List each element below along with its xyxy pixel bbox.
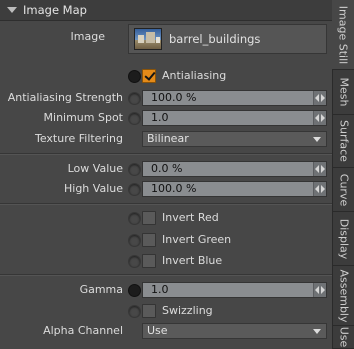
low-value-channel-dot[interactable] xyxy=(128,163,141,176)
spin-arrows-icon[interactable] xyxy=(313,111,326,125)
tab-label: Mesh xyxy=(337,77,350,107)
tab-curve[interactable]: Curve xyxy=(332,168,354,212)
panel-header[interactable]: Image Map xyxy=(0,0,332,21)
alpha-channel-label: Alpha Channel xyxy=(43,324,123,337)
tab-label: Surface xyxy=(337,120,350,162)
antialiasing-strength-value: 100.0 % xyxy=(151,91,197,104)
antialiasing-channel-dot[interactable] xyxy=(128,70,141,83)
tab-label: Display xyxy=(337,218,350,259)
low-value-field[interactable]: 0.0 % xyxy=(142,161,327,177)
minimum-spot-field[interactable]: 1.0 xyxy=(142,110,327,126)
antialiasing-row: Antialiasing xyxy=(0,66,332,86)
invert-blue-label: Invert Blue xyxy=(162,254,223,267)
minimum-spot-channel-dot[interactable] xyxy=(128,112,141,125)
texture-filtering-label: Texture Filtering xyxy=(34,132,123,145)
swizzling-channel-dot[interactable] xyxy=(128,305,141,318)
swizzling-label: Swizzling xyxy=(162,304,213,317)
low-value-row: Low Value 0.0 % xyxy=(0,159,332,179)
high-value-channel-dot[interactable] xyxy=(128,183,141,196)
panel-title: Image Map xyxy=(23,3,87,17)
image-thumbnail-icon xyxy=(134,28,162,50)
tab-label: Image Still xyxy=(336,5,350,64)
properties-panel: Image Map Image barrel_buildings Antiali… xyxy=(0,0,332,349)
divider xyxy=(0,203,332,205)
alpha-channel-dropdown[interactable]: Use xyxy=(142,323,327,339)
spin-arrows-icon[interactable] xyxy=(313,283,326,297)
high-value-label: High Value xyxy=(64,182,123,195)
tab-label: Use xyxy=(337,326,350,348)
antialiasing-strength-field[interactable]: 100.0 % xyxy=(142,90,327,106)
invert-green-checkbox[interactable] xyxy=(142,233,156,247)
gamma-row: Gamma 1.0 xyxy=(0,280,332,300)
low-value-label: Low Value xyxy=(67,162,123,175)
gamma-field[interactable]: 1.0 xyxy=(142,282,327,298)
tab-use[interactable]: Use xyxy=(332,326,354,349)
swizzling-row: Swizzling xyxy=(0,301,332,321)
invert-blue-channel-dot[interactable] xyxy=(128,255,141,268)
invert-green-channel-dot[interactable] xyxy=(128,234,141,247)
minimum-spot-row: Minimum Spot 1.0 xyxy=(0,108,332,128)
antialiasing-strength-label: Antialiasing Strength xyxy=(7,91,123,104)
spin-arrows-icon[interactable] xyxy=(313,162,326,176)
tab-surface[interactable]: Surface xyxy=(332,115,354,168)
alpha-channel-row: Alpha Channel Use xyxy=(0,321,332,341)
texture-filtering-value: Bilinear xyxy=(147,132,189,145)
divider xyxy=(0,274,332,276)
alpha-channel-value: Use xyxy=(147,324,168,337)
tab-assembly[interactable]: Assembly xyxy=(332,266,354,326)
tab-mesh[interactable]: Mesh xyxy=(332,70,354,115)
tab-label: Curve xyxy=(337,173,350,206)
chevron-down-icon xyxy=(313,137,321,142)
minimum-spot-value: 1.0 xyxy=(151,111,169,124)
invert-green-row: Invert Green xyxy=(0,230,332,250)
invert-red-label: Invert Red xyxy=(162,211,219,224)
high-value-row: High Value 100.0 % xyxy=(0,179,332,199)
spin-arrows-icon[interactable] xyxy=(313,91,326,105)
invert-green-label: Invert Green xyxy=(162,233,232,246)
invert-red-channel-dot[interactable] xyxy=(128,212,141,225)
gamma-label: Gamma xyxy=(79,283,123,296)
high-value-value: 100.0 % xyxy=(151,182,197,195)
chevron-down-icon xyxy=(313,329,321,334)
image-name: barrel_buildings xyxy=(169,32,261,46)
high-value-field[interactable]: 100.0 % xyxy=(142,181,327,197)
tab-label: Assembly xyxy=(337,268,350,323)
vertical-tab-bar: Image Still Mesh Surface Curve Display A… xyxy=(332,0,354,349)
texture-filtering-dropdown[interactable]: Bilinear xyxy=(142,131,327,147)
tab-display[interactable]: Display xyxy=(332,212,354,266)
gamma-channel-dot[interactable] xyxy=(128,284,141,297)
divider xyxy=(0,153,332,155)
minimum-spot-label: Minimum Spot xyxy=(43,111,123,124)
low-value-value: 0.0 % xyxy=(151,162,183,175)
tab-image-still[interactable]: Image Still xyxy=(332,0,354,70)
image-selector-button[interactable]: barrel_buildings xyxy=(128,24,327,54)
antialiasing-strength-row: Antialiasing Strength 100.0 % xyxy=(0,88,332,108)
swizzling-checkbox[interactable] xyxy=(142,304,156,318)
antialiasing-strength-channel-dot[interactable] xyxy=(128,92,141,105)
invert-red-checkbox[interactable] xyxy=(142,211,156,225)
gamma-value: 1.0 xyxy=(151,283,169,296)
invert-red-row: Invert Red xyxy=(0,208,332,228)
image-label: Image xyxy=(70,30,105,43)
spin-arrows-icon[interactable] xyxy=(313,182,326,196)
antialiasing-label: Antialiasing xyxy=(162,69,227,82)
antialiasing-checkbox[interactable] xyxy=(142,69,156,83)
invert-blue-checkbox[interactable] xyxy=(142,254,156,268)
texture-filtering-row: Texture Filtering Bilinear xyxy=(0,129,332,149)
invert-blue-row: Invert Blue xyxy=(0,251,332,271)
collapse-triangle-icon[interactable] xyxy=(7,7,17,13)
